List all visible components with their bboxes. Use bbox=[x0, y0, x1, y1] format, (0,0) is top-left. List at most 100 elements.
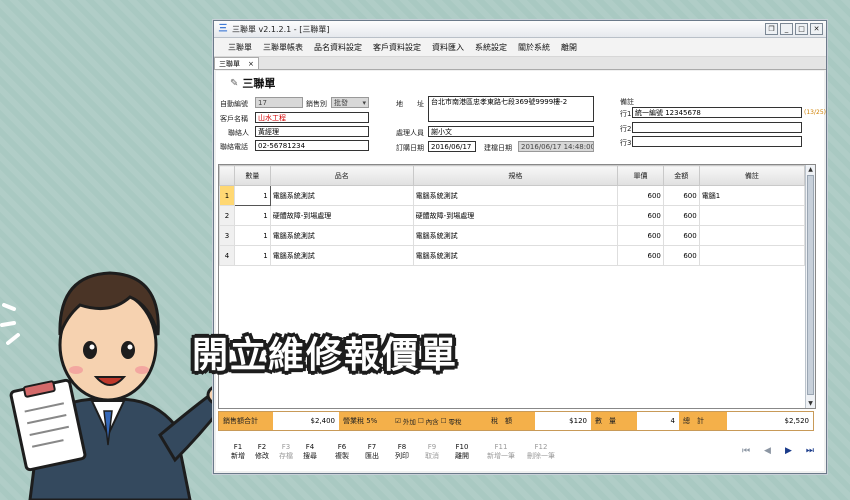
row-index[interactable]: 2 bbox=[219, 205, 235, 226]
cell-note[interactable] bbox=[698, 245, 806, 266]
f6-copy-button[interactable]: F6 複製 bbox=[330, 443, 354, 461]
tab-triplicate[interactable]: 三聯單 × bbox=[214, 57, 259, 69]
items-table: 數量 品名 規格 單價 金額 備註 1 1 電腦系統測試 電腦系統測試 600 bbox=[219, 165, 806, 266]
menu-item-triplicate[interactable]: 三聯單 bbox=[228, 42, 252, 53]
col-header-spec[interactable]: 規格 bbox=[412, 165, 619, 186]
sales-type-select[interactable]: 批發 ▾ bbox=[331, 97, 369, 108]
tab-label: 三聯單 bbox=[219, 59, 240, 68]
f8-print-button[interactable]: F8 列印 bbox=[390, 443, 414, 461]
col-header-price[interactable]: 單價 bbox=[617, 165, 664, 186]
cell-amount[interactable]: 600 bbox=[662, 205, 700, 226]
remark-label: 備註 bbox=[620, 98, 634, 106]
handler-field[interactable]: 謝小文 bbox=[428, 126, 594, 137]
phone-field[interactable]: 02-56781234 bbox=[255, 140, 369, 151]
menu-item-import[interactable]: 資料匯入 bbox=[432, 42, 464, 53]
prev-record-icon[interactable]: ◀ bbox=[764, 446, 771, 456]
tax-inc-label: 內含 bbox=[425, 418, 439, 426]
cell-amount[interactable]: 600 bbox=[662, 245, 700, 266]
table-row[interactable]: 2 1 硬體故障-到場處理 硬體故障-到場處理 600 600 bbox=[219, 205, 806, 226]
cell-price[interactable]: 600 bbox=[617, 225, 664, 246]
fkey-label: 取消 bbox=[425, 452, 439, 460]
cell-spec[interactable]: 電腦系統測試 bbox=[412, 185, 619, 206]
cell-note[interactable] bbox=[698, 225, 806, 246]
cell-amount[interactable]: 600 bbox=[662, 225, 700, 246]
col-header-qty[interactable]: 數量 bbox=[233, 165, 271, 186]
menu-item-system-settings[interactable]: 系統設定 bbox=[475, 42, 507, 53]
cell-note[interactable]: 電腦1 bbox=[698, 185, 806, 206]
sales-total-label: 銷售額合計 bbox=[219, 412, 273, 430]
menu-item-report[interactable]: 三聯單帳表 bbox=[263, 42, 303, 53]
tab-close-icon[interactable]: × bbox=[248, 60, 254, 68]
col-header-amount[interactable]: 金額 bbox=[662, 165, 700, 186]
menu-item-about[interactable]: 關於系統 bbox=[518, 42, 550, 53]
cell-price[interactable]: 600 bbox=[617, 185, 664, 206]
last-record-icon[interactable]: ⏭ bbox=[806, 446, 814, 456]
fkey-label: 刪除一筆 bbox=[527, 452, 555, 460]
tax-inc-checkbox[interactable]: ☐ bbox=[418, 417, 424, 425]
cell-qty[interactable]: 1 bbox=[233, 205, 271, 226]
close-icon[interactable]: ✕ bbox=[810, 23, 823, 35]
minimize-icon[interactable]: _ bbox=[780, 23, 793, 35]
menu-bar: 三聯單 三聯單帳表 品名資料設定 客戶資料設定 資料匯入 系統設定 關於系統 離… bbox=[214, 38, 826, 57]
clipboard-icon bbox=[9, 378, 87, 472]
cell-name[interactable]: 電腦系統測試 bbox=[269, 225, 414, 246]
cell-qty[interactable]: 1 bbox=[233, 225, 271, 246]
contact-label: 聯絡人 bbox=[228, 129, 249, 137]
cell-name[interactable]: 電腦系統測試 bbox=[269, 245, 414, 266]
scroll-up-icon[interactable]: ▲ bbox=[806, 165, 815, 174]
fkey-key: F11 bbox=[494, 443, 508, 451]
menu-item-exit[interactable]: 離開 bbox=[561, 42, 577, 53]
f10-exit-button[interactable]: F10 離開 bbox=[450, 443, 474, 461]
menu-item-product-settings[interactable]: 品名資料設定 bbox=[314, 42, 362, 53]
f2-edit-button[interactable]: F2 修改 bbox=[250, 443, 274, 461]
customer-field[interactable]: 山水工程 bbox=[255, 112, 369, 123]
order-date-field[interactable]: 2016/06/17 bbox=[428, 141, 476, 152]
cell-amount[interactable]: 600 bbox=[662, 185, 700, 206]
fkey-key: F1 bbox=[233, 443, 243, 451]
vertical-scrollbar[interactable]: ▲ ▼ bbox=[805, 165, 815, 408]
cell-name[interactable]: 電腦系統測試 bbox=[269, 185, 414, 206]
cell-spec[interactable]: 電腦系統測試 bbox=[412, 225, 619, 246]
f11-add-row-button[interactable]: F11 新增一筆 bbox=[484, 443, 518, 461]
f4-search-button[interactable]: F4 搜尋 bbox=[298, 443, 322, 461]
cell-qty[interactable]: 1 bbox=[233, 245, 271, 266]
title-bar: 三 三聯單 v2.1.2.1 - [三聯單] ❐ _ □ ✕ bbox=[214, 21, 826, 38]
row-index[interactable]: 1 bbox=[219, 185, 235, 206]
cell-spec[interactable]: 硬體故障-到場處理 bbox=[412, 205, 619, 226]
cell-name[interactable]: 硬體故障-到場處理 bbox=[269, 205, 414, 226]
cell-price[interactable]: 600 bbox=[617, 205, 664, 226]
cell-qty[interactable]: 1 bbox=[233, 185, 271, 206]
f9-cancel-button[interactable]: F9 取消 bbox=[420, 443, 444, 461]
row-index[interactable]: 4 bbox=[219, 245, 235, 266]
f7-export-button[interactable]: F7 匯出 bbox=[360, 443, 384, 461]
cell-note[interactable] bbox=[698, 205, 806, 226]
next-record-icon[interactable]: ▶ bbox=[785, 446, 792, 456]
col-header-name[interactable]: 品名 bbox=[269, 165, 414, 186]
scroll-down-icon[interactable]: ▼ bbox=[806, 399, 815, 408]
remark-row2-field[interactable] bbox=[632, 122, 802, 133]
contact-field[interactable]: 黃經理 bbox=[255, 126, 369, 137]
cell-spec[interactable]: 電腦系統測試 bbox=[412, 245, 619, 266]
tax-ext-checkbox[interactable]: ☑ bbox=[395, 417, 401, 425]
remark-row1-field[interactable]: 統一編號 12345678 bbox=[632, 107, 802, 118]
menu-item-customer-settings[interactable]: 客戶資料設定 bbox=[373, 42, 421, 53]
f12-delete-row-button[interactable]: F12 刪除一筆 bbox=[524, 443, 558, 461]
first-record-icon[interactable]: ⏮ bbox=[742, 446, 750, 456]
table-row[interactable]: 3 1 電腦系統測試 電腦系統測試 600 600 bbox=[219, 225, 806, 246]
f3-save-button[interactable]: F3 存檔 bbox=[274, 443, 298, 461]
fkey-label: 修改 bbox=[255, 452, 269, 460]
address-field[interactable]: 台北市南港區忠孝東路七段369號9999樓-2 bbox=[428, 96, 594, 122]
maximize-icon[interactable]: □ bbox=[795, 23, 808, 35]
table-row[interactable]: 4 1 電腦系統測試 電腦系統測試 600 600 bbox=[219, 245, 806, 266]
tax-zero-label: 零稅 bbox=[448, 418, 462, 426]
row3-label: 行3 bbox=[620, 139, 632, 147]
scroll-thumb[interactable] bbox=[807, 175, 814, 395]
tax-zero-checkbox[interactable]: ☐ bbox=[441, 417, 447, 425]
f1-new-button[interactable]: F1 新增 bbox=[226, 443, 250, 461]
restore-icon[interactable]: ❐ bbox=[765, 23, 778, 35]
row-index[interactable]: 3 bbox=[219, 225, 235, 246]
remark-row3-field[interactable] bbox=[632, 136, 802, 147]
col-header-note[interactable]: 備註 bbox=[698, 165, 806, 186]
table-row[interactable]: 1 1 電腦系統測試 電腦系統測試 600 600 電腦1 bbox=[219, 185, 806, 206]
cell-price[interactable]: 600 bbox=[617, 245, 664, 266]
